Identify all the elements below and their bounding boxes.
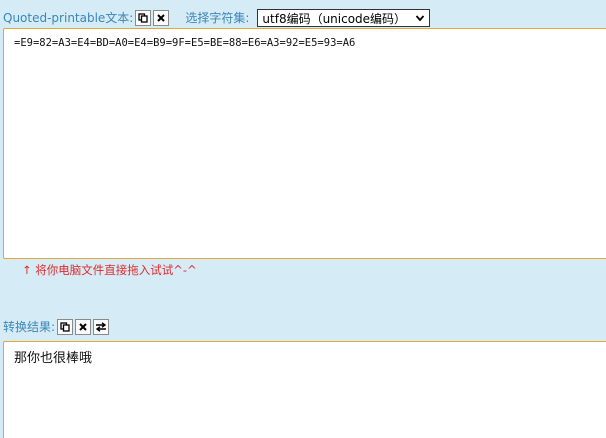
clear-input-button[interactable]	[153, 10, 170, 26]
qp-decoder-page: Quoted-printable文本: 选择字符集: utf8编码（unicod…	[0, 0, 606, 438]
copy-result-button[interactable]	[57, 319, 74, 335]
copy-input-button[interactable]	[135, 10, 152, 26]
charset-label: 选择字符集:	[185, 11, 250, 25]
chevron-down-icon	[416, 15, 425, 22]
qp-input-textarea[interactable]: =E9=82=A3=E4=BD=A0=E4=B9=9F=E5=BE=88=E6=…	[3, 28, 606, 259]
close-icon	[79, 323, 87, 331]
charset-select[interactable]: utf8编码（unicode编码）	[257, 9, 431, 27]
qp-input-value: =E9=82=A3=E4=BD=A0=E4=B9=9F=E5=BE=88=E6=…	[14, 37, 356, 49]
clear-result-button[interactable]	[75, 319, 92, 335]
result-textarea[interactable]: 那你也很棒哦	[3, 341, 606, 438]
swap-icon	[95, 322, 107, 332]
charset-selected-value: utf8编码（unicode编码）	[262, 11, 407, 26]
input-toolbar: Quoted-printable文本: 选择字符集: utf8编码（unicod…	[3, 8, 431, 28]
drop-hint: ↑ 将你电脑文件直接拖入试试^-^	[22, 263, 197, 277]
result-value: 那你也很棒哦	[14, 351, 93, 366]
close-icon	[157, 14, 166, 22]
copy-icon	[60, 322, 70, 332]
copy-icon	[138, 13, 149, 23]
input-label: Quoted-printable文本:	[3, 11, 134, 25]
result-label: 转换结果:	[3, 320, 56, 334]
result-toolbar: 转换结果:	[3, 318, 110, 336]
swap-button[interactable]	[93, 319, 110, 335]
